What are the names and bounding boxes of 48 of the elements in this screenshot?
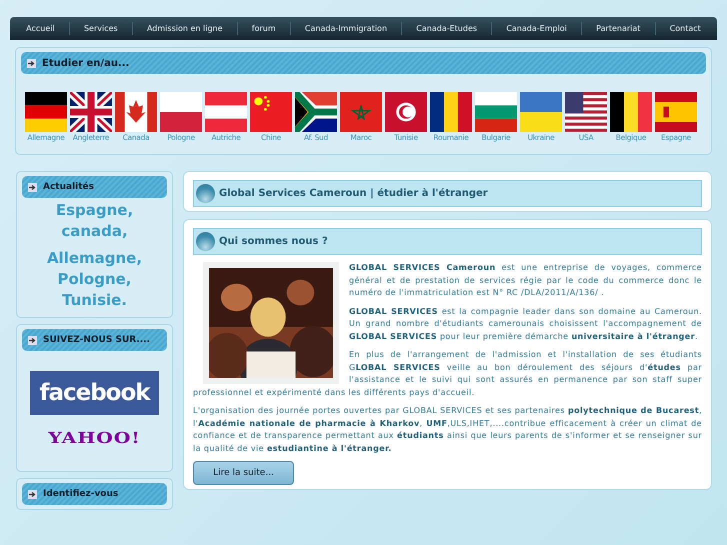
nav-link[interactable]: Canada-Immigration	[290, 22, 402, 35]
news-link[interactable]: Pologne,	[57, 269, 132, 290]
flag-icon	[160, 92, 202, 132]
flag-icon	[295, 92, 337, 132]
arrow-icon	[28, 490, 37, 498]
panel-title: SUIVEZ-NOUS SUR....	[43, 335, 150, 345]
nav-link[interactable]: Services	[70, 22, 133, 35]
flag-icon	[25, 92, 67, 132]
paragraph: L'organisation des journée portes ouvertes par GLOBAL SERVICES et ses partenaires polytechnique de Bucarest, l'Académie nationale de pharmacie à Kharkov, UMF,ULS,IHET,....contribue efficacement à créer un climat de confiance et de transparence permettant aux étudiants ainsi que leurs parents de s'informer et se renseigner sur la qualité de vie estudiantine à l'étranger.	[193, 405, 702, 455]
flag-icon	[655, 92, 697, 132]
nav-link[interactable]: forum	[238, 22, 291, 35]
arrow-icon	[28, 182, 37, 192]
nav-link[interactable]: Accueil	[12, 22, 70, 35]
news-link[interactable]: Espagne,	[56, 200, 134, 221]
news-link[interactable]: Allemagne,	[46, 248, 142, 269]
paragraph: En plus de l'arrangement de l'admission et l'installation de ses étudiants GLOBAL SERVICES veille au bon déroulement des séjours d'études par l'assistance et le suivi qui sont assurés en permanence par son staff super professionnel et expérimenté dans les différents pays d'accueil.	[193, 349, 702, 399]
panel-title: Identifiez-vous	[43, 489, 118, 499]
flag-icon	[475, 92, 517, 132]
panel-title: Actualités	[43, 182, 94, 192]
flag-icon	[565, 92, 607, 132]
panel-title: Etudier en/au...	[42, 58, 130, 68]
nav-link[interactable]: Partenariat	[582, 22, 656, 35]
arrow-icon	[27, 58, 36, 68]
nav-link[interactable]: Canada-Etudes	[402, 22, 492, 35]
flag-icon	[520, 92, 562, 132]
flag-icon	[205, 92, 247, 132]
paragraph: GLOBAL SERVICES est la compagnie leader dans son domaine au Cameroun. Un grand nombre d'étudiants camerounais choisissent l'accompagnement de GLOBAL SERVICES pour leur première démarche universitaire à l'étranger.	[348, 306, 702, 343]
nav-link[interactable]: Canada-Emploi	[492, 22, 582, 35]
flag-icon	[115, 92, 157, 132]
flag-icon	[70, 92, 112, 132]
read-more-button[interactable]: Lire la suite...	[193, 461, 294, 485]
flag-icon	[430, 92, 472, 132]
news-link[interactable]: Tunisie.	[62, 290, 128, 311]
nav-link[interactable]: Admission en ligne	[132, 22, 238, 35]
flag-icon	[250, 92, 292, 132]
nav-link[interactable]: Contact	[656, 22, 715, 35]
arrow-icon	[28, 336, 37, 344]
facebook-logo[interactable]: facebook	[30, 371, 159, 415]
bullet-icon	[196, 232, 215, 251]
yahoo-logo[interactable]: YAHOO!	[48, 429, 141, 447]
page-title: Global Services Cameroun | étudier à l'étranger	[219, 188, 488, 199]
paragraph: GLOBAL SERVICES Cameroun est une entreprise de voyages, commerce général et de prestation de services régie par le code du commerce donc le numéro de l'immatriculation est N° RC /DLA/2011/A/136/ .	[348, 262, 702, 299]
flag-icon	[610, 92, 652, 132]
flag-icon	[385, 92, 427, 132]
section-title: Qui sommes nous ?	[219, 236, 328, 247]
bullet-icon	[196, 184, 215, 203]
flag-icon	[340, 92, 382, 132]
news-link[interactable]: canada,	[61, 221, 128, 242]
